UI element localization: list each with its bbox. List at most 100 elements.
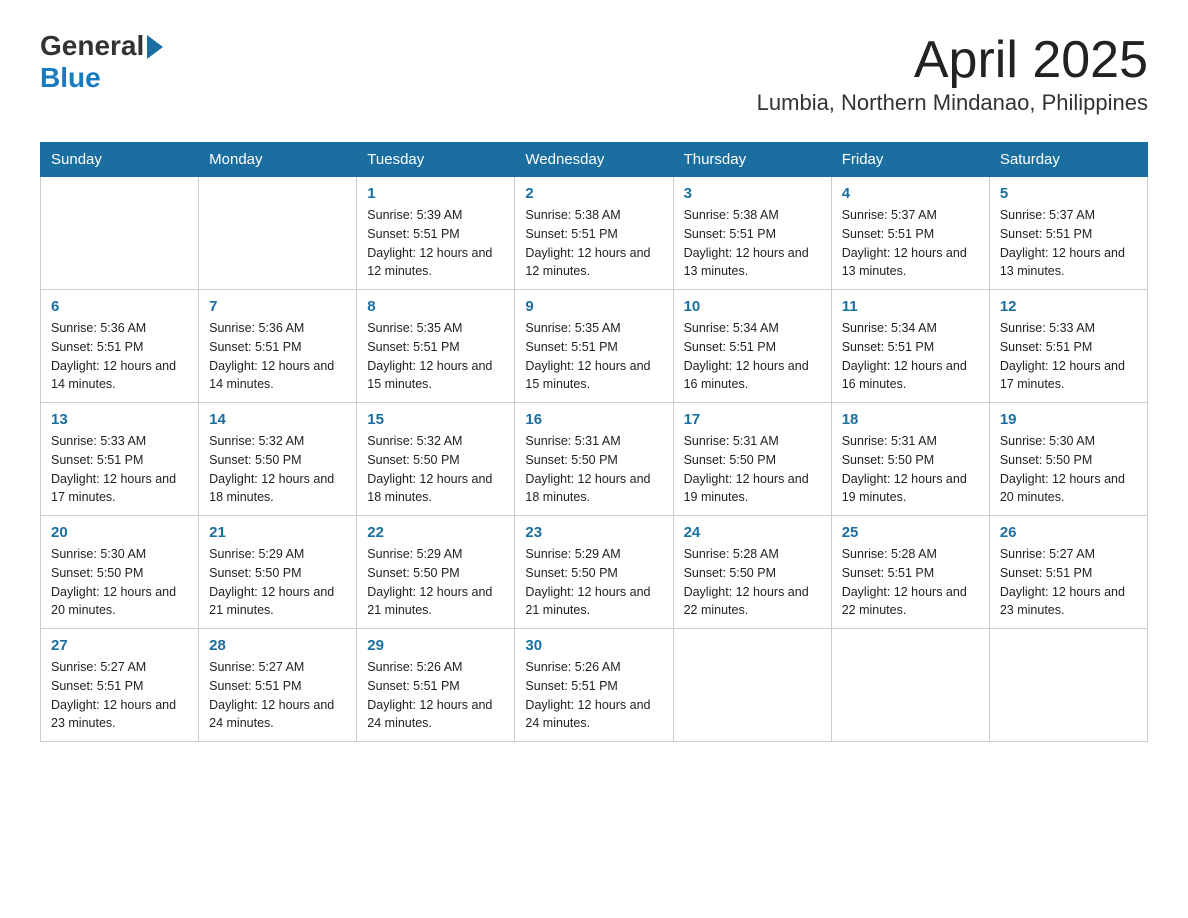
calendar-cell: 19 Sunrise: 5:30 AMSunset: 5:50 PMDayligh… <box>989 403 1147 516</box>
calendar-week-row: 27 Sunrise: 5:27 AMSunset: 5:51 PMDayligh… <box>41 629 1148 742</box>
day-info: Sunrise: 5:31 AMSunset: 5:50 PMDaylight:… <box>842 432 979 507</box>
day-number: 16 <box>525 411 662 428</box>
calendar-cell <box>673 629 831 742</box>
day-info: Sunrise: 5:28 AMSunset: 5:50 PMDaylight:… <box>684 545 821 620</box>
day-info: Sunrise: 5:35 AMSunset: 5:51 PMDaylight:… <box>525 319 662 394</box>
calendar-week-row: 1 Sunrise: 5:39 AMSunset: 5:51 PMDaylight… <box>41 177 1148 290</box>
day-number: 1 <box>367 185 504 202</box>
day-number: 6 <box>51 298 188 315</box>
calendar-cell: 14Sunrise: 5:32 AMSunset: 5:50 PMDayligh… <box>199 403 357 516</box>
weekday-header-row: SundayMondayTuesdayWednesdayThursdayFrid… <box>41 143 1148 177</box>
day-number: 5 <box>1000 185 1137 202</box>
calendar-cell: 3 Sunrise: 5:38 AMSunset: 5:51 PMDaylight… <box>673 177 831 290</box>
day-number: 13 <box>51 411 188 428</box>
calendar-cell: 17Sunrise: 5:31 AMSunset: 5:50 PMDayligh… <box>673 403 831 516</box>
calendar-week-row: 6 Sunrise: 5:36 AMSunset: 5:51 PMDaylight… <box>41 290 1148 403</box>
logo-blue-text: Blue <box>40 62 101 94</box>
calendar-cell: 1 Sunrise: 5:39 AMSunset: 5:51 PMDaylight… <box>357 177 515 290</box>
calendar-week-row: 13Sunrise: 5:33 AMSunset: 5:51 PMDayligh… <box>41 403 1148 516</box>
calendar-cell: 11Sunrise: 5:34 AMSunset: 5:51 PMDayligh… <box>831 290 989 403</box>
logo-general-text: General <box>40 30 144 62</box>
day-number: 29 <box>367 637 504 654</box>
day-info: Sunrise: 5:27 AMSunset: 5:51 PMDaylight:… <box>51 658 188 733</box>
calendar-cell: 24Sunrise: 5:28 AMSunset: 5:50 PMDayligh… <box>673 516 831 629</box>
day-info: Sunrise: 5:29 AMSunset: 5:50 PMDaylight:… <box>525 545 662 620</box>
day-number: 12 <box>1000 298 1137 315</box>
day-info: Sunrise: 5:36 AMSunset: 5:51 PMDaylight:… <box>51 319 188 394</box>
day-number: 15 <box>367 411 504 428</box>
day-info: Sunrise: 5:28 AMSunset: 5:51 PMDaylight:… <box>842 545 979 620</box>
day-number: 18 <box>842 411 979 428</box>
day-info: Sunrise: 5:29 AMSunset: 5:50 PMDaylight:… <box>367 545 504 620</box>
day-number: 3 <box>684 185 821 202</box>
calendar-cell <box>831 629 989 742</box>
day-number: 20 <box>51 524 188 541</box>
day-number: 27 <box>51 637 188 654</box>
day-number: 2 <box>525 185 662 202</box>
day-info: Sunrise: 5:37 AMSunset: 5:51 PMDaylight:… <box>842 206 979 281</box>
calendar-cell: 10Sunrise: 5:34 AMSunset: 5:51 PMDayligh… <box>673 290 831 403</box>
logo: General Blue <box>40 30 163 94</box>
day-number: 7 <box>209 298 346 315</box>
calendar-cell: 22 Sunrise: 5:29 AMSunset: 5:50 PMDayligh… <box>357 516 515 629</box>
day-info: Sunrise: 5:38 AMSunset: 5:51 PMDaylight:… <box>684 206 821 281</box>
day-number: 4 <box>842 185 979 202</box>
day-info: Sunrise: 5:33 AMSunset: 5:51 PMDaylight:… <box>1000 319 1137 394</box>
day-info: Sunrise: 5:35 AMSunset: 5:51 PMDaylight:… <box>367 319 504 394</box>
month-title: April 2025 <box>757 30 1148 90</box>
day-info: Sunrise: 5:32 AMSunset: 5:50 PMDaylight:… <box>367 432 504 507</box>
calendar-cell: 4 Sunrise: 5:37 AMSunset: 5:51 PMDaylight… <box>831 177 989 290</box>
calendar-cell: 2 Sunrise: 5:38 AMSunset: 5:51 PMDaylight… <box>515 177 673 290</box>
day-number: 9 <box>525 298 662 315</box>
day-info: Sunrise: 5:34 AMSunset: 5:51 PMDaylight:… <box>842 319 979 394</box>
calendar-cell: 6 Sunrise: 5:36 AMSunset: 5:51 PMDaylight… <box>41 290 199 403</box>
day-info: Sunrise: 5:39 AMSunset: 5:51 PMDaylight:… <box>367 206 504 281</box>
calendar-cell: 25 Sunrise: 5:28 AMSunset: 5:51 PMDayligh… <box>831 516 989 629</box>
calendar-cell <box>199 177 357 290</box>
day-number: 23 <box>525 524 662 541</box>
day-number: 21 <box>209 524 346 541</box>
calendar-cell: 20Sunrise: 5:30 AMSunset: 5:50 PMDayligh… <box>41 516 199 629</box>
calendar-cell: 8 Sunrise: 5:35 AMSunset: 5:51 PMDaylight… <box>357 290 515 403</box>
day-info: Sunrise: 5:32 AMSunset: 5:50 PMDaylight:… <box>209 432 346 507</box>
calendar-cell: 13Sunrise: 5:33 AMSunset: 5:51 PMDayligh… <box>41 403 199 516</box>
calendar-cell: 15 Sunrise: 5:32 AMSunset: 5:50 PMDayligh… <box>357 403 515 516</box>
day-info: Sunrise: 5:37 AMSunset: 5:51 PMDaylight:… <box>1000 206 1137 281</box>
day-info: Sunrise: 5:27 AMSunset: 5:51 PMDaylight:… <box>209 658 346 733</box>
day-number: 8 <box>367 298 504 315</box>
weekday-header-tuesday: Tuesday <box>357 143 515 177</box>
day-info: Sunrise: 5:31 AMSunset: 5:50 PMDaylight:… <box>525 432 662 507</box>
calendar-cell: 26 Sunrise: 5:27 AMSunset: 5:51 PMDayligh… <box>989 516 1147 629</box>
page-header: General Blue April 2025 Lumbia, Northern… <box>40 30 1148 132</box>
title-block: April 2025 Lumbia, Northern Mindanao, Ph… <box>757 30 1148 132</box>
calendar-week-row: 20Sunrise: 5:30 AMSunset: 5:50 PMDayligh… <box>41 516 1148 629</box>
logo-arrow-icon <box>147 35 163 59</box>
weekday-header-saturday: Saturday <box>989 143 1147 177</box>
calendar-cell: 28 Sunrise: 5:27 AMSunset: 5:51 PMDayligh… <box>199 629 357 742</box>
calendar-cell: 16 Sunrise: 5:31 AMSunset: 5:50 PMDayligh… <box>515 403 673 516</box>
calendar-table: SundayMondayTuesdayWednesdayThursdayFrid… <box>40 142 1148 742</box>
calendar-cell <box>989 629 1147 742</box>
day-number: 10 <box>684 298 821 315</box>
day-number: 28 <box>209 637 346 654</box>
day-number: 19 <box>1000 411 1137 428</box>
day-info: Sunrise: 5:26 AMSunset: 5:51 PMDaylight:… <box>525 658 662 733</box>
calendar-cell <box>41 177 199 290</box>
weekday-header-thursday: Thursday <box>673 143 831 177</box>
day-info: Sunrise: 5:27 AMSunset: 5:51 PMDaylight:… <box>1000 545 1137 620</box>
calendar-cell: 23 Sunrise: 5:29 AMSunset: 5:50 PMDayligh… <box>515 516 673 629</box>
calendar-cell: 18 Sunrise: 5:31 AMSunset: 5:50 PMDayligh… <box>831 403 989 516</box>
calendar-cell: 7Sunrise: 5:36 AMSunset: 5:51 PMDaylight… <box>199 290 357 403</box>
day-info: Sunrise: 5:38 AMSunset: 5:51 PMDaylight:… <box>525 206 662 281</box>
calendar-cell: 30Sunrise: 5:26 AMSunset: 5:51 PMDayligh… <box>515 629 673 742</box>
day-number: 26 <box>1000 524 1137 541</box>
calendar-cell: 27 Sunrise: 5:27 AMSunset: 5:51 PMDayligh… <box>41 629 199 742</box>
day-info: Sunrise: 5:30 AMSunset: 5:50 PMDaylight:… <box>1000 432 1137 507</box>
day-number: 22 <box>367 524 504 541</box>
location-title: Lumbia, Northern Mindanao, Philippines <box>757 90 1148 116</box>
weekday-header-friday: Friday <box>831 143 989 177</box>
day-info: Sunrise: 5:29 AMSunset: 5:50 PMDaylight:… <box>209 545 346 620</box>
day-number: 25 <box>842 524 979 541</box>
calendar-cell: 21 Sunrise: 5:29 AMSunset: 5:50 PMDayligh… <box>199 516 357 629</box>
calendar-cell: 5 Sunrise: 5:37 AMSunset: 5:51 PMDaylight… <box>989 177 1147 290</box>
